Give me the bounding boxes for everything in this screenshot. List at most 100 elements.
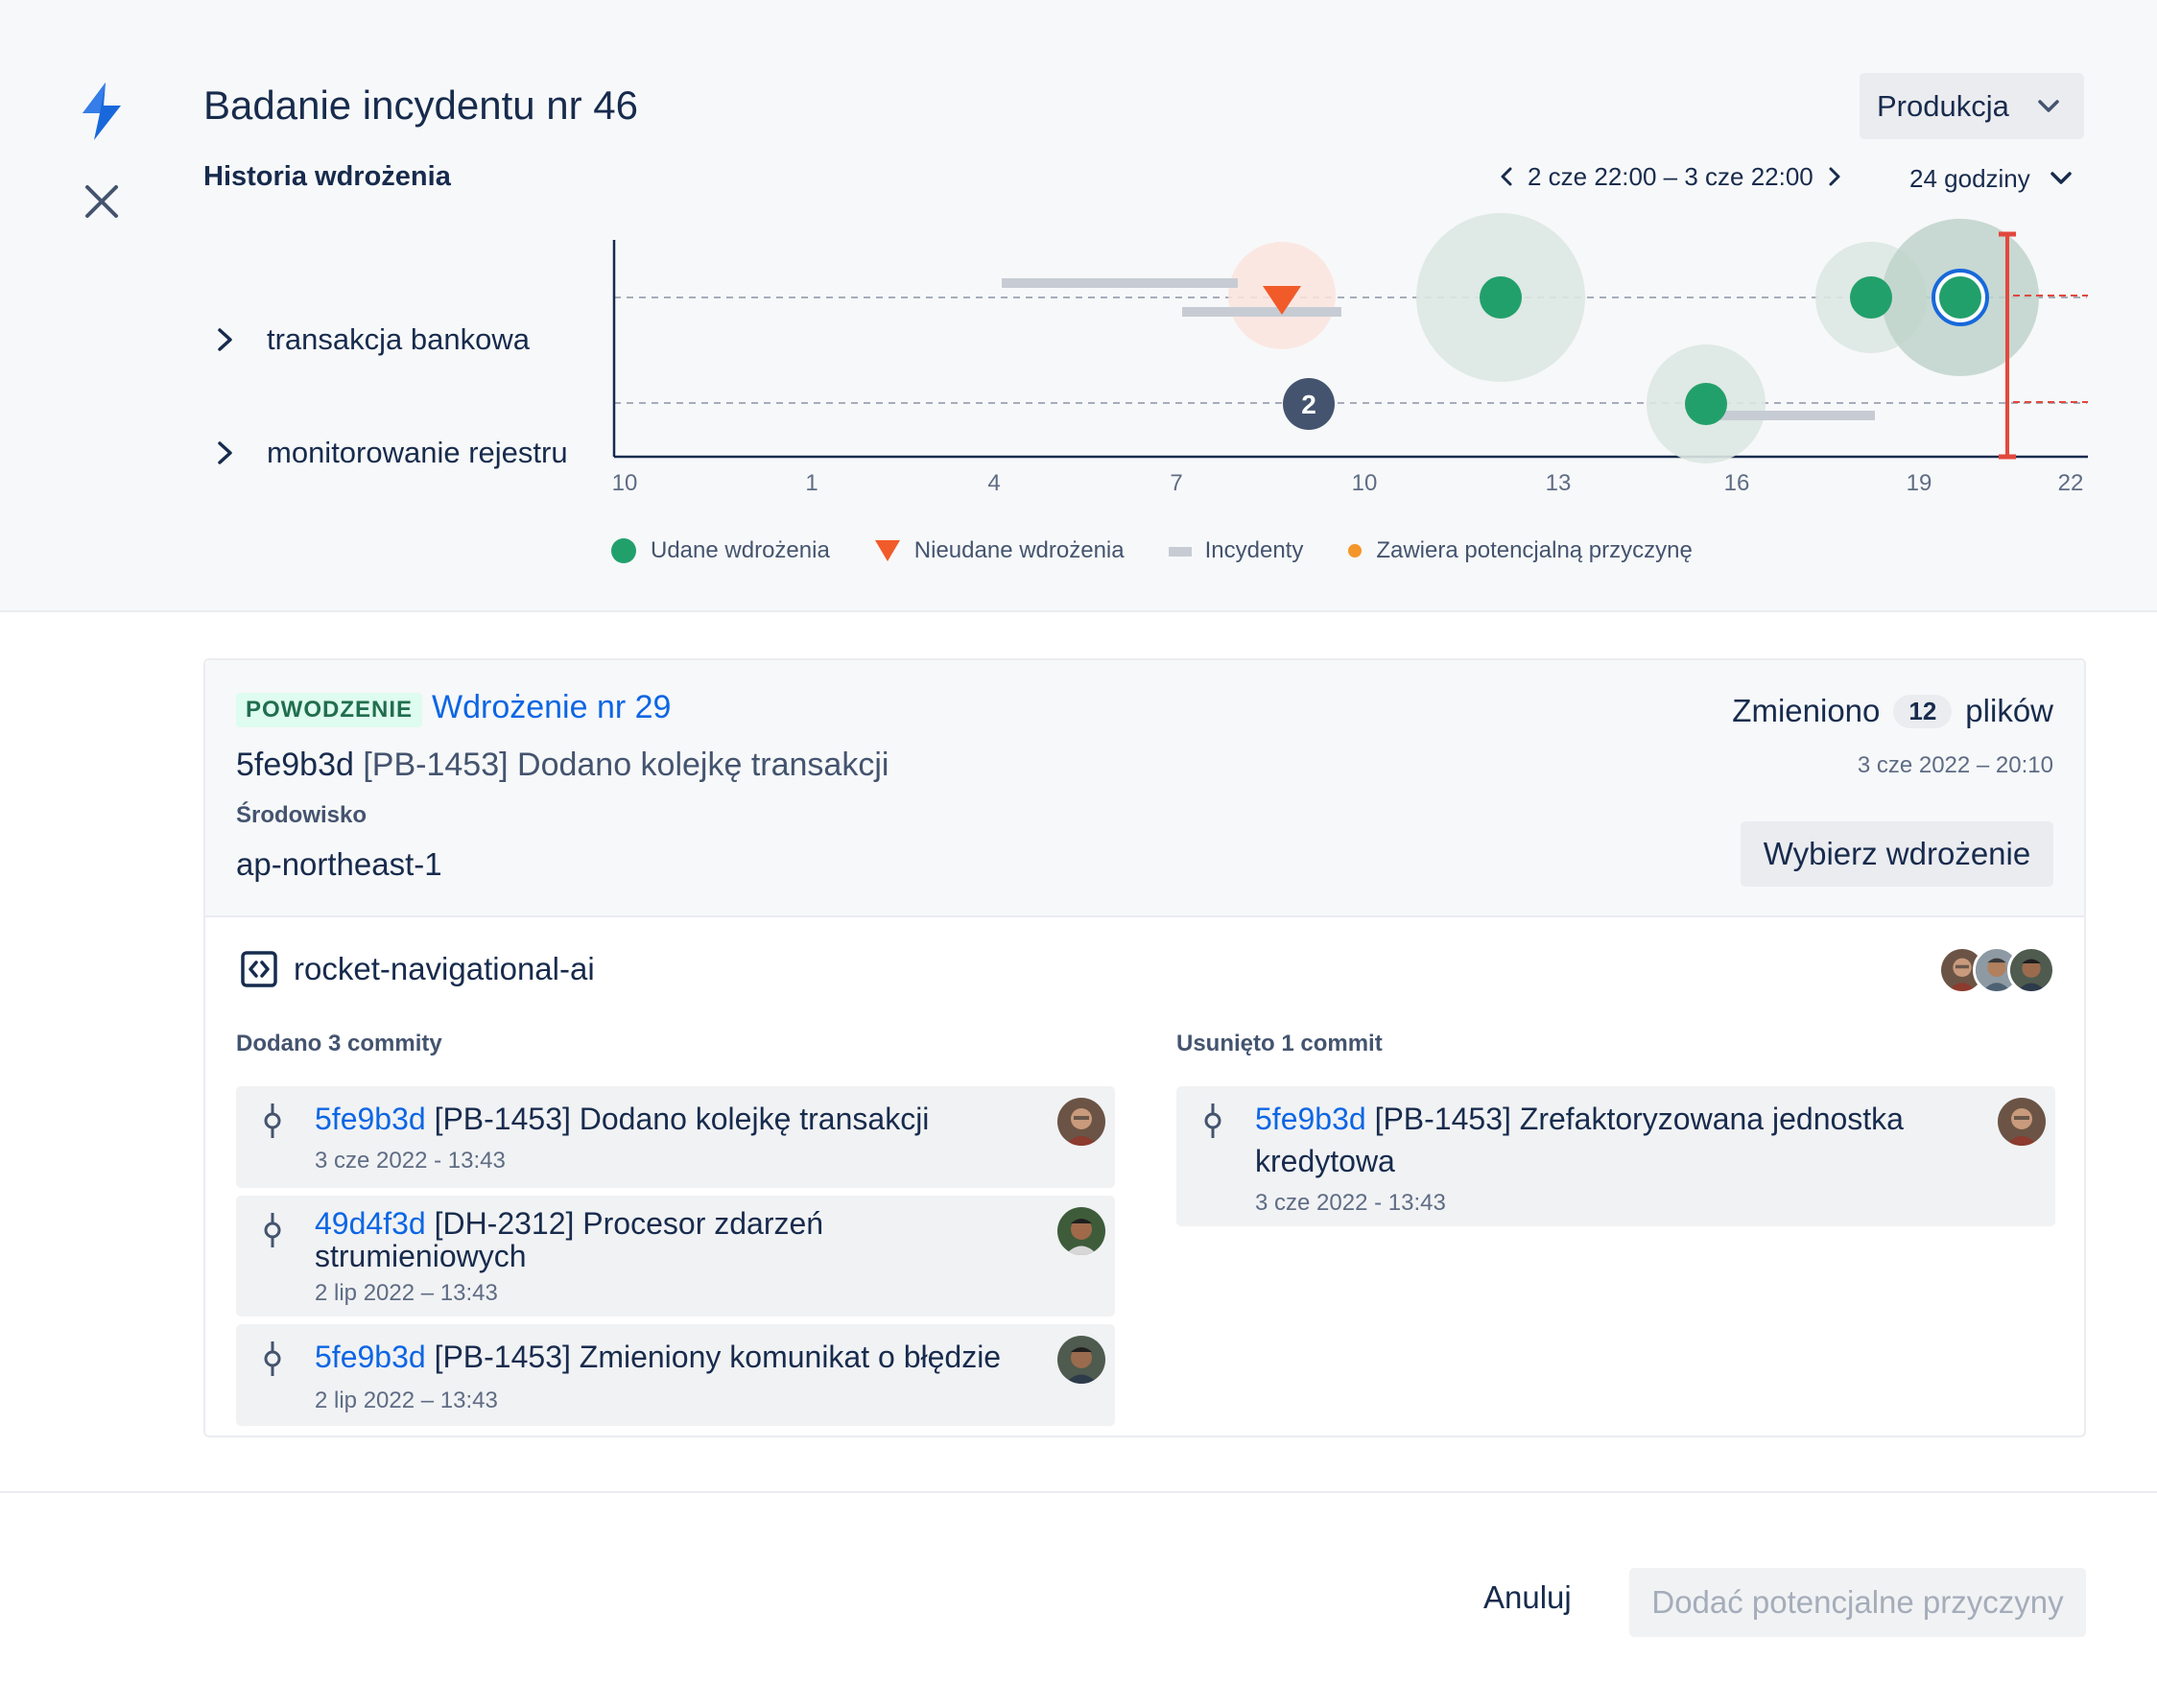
commit-icon xyxy=(1204,1103,1221,1138)
commit-hash-link[interactable]: 5fe9b3d xyxy=(315,1340,426,1374)
commit-hash-link[interactable]: 5fe9b3d xyxy=(1255,1102,1366,1136)
success-deploy-marker xyxy=(1480,276,1522,319)
avatar xyxy=(1057,1336,1105,1384)
x-tick-label: 10 xyxy=(611,470,638,496)
repository-name: rocket-navigational-ai xyxy=(294,951,595,986)
commit-date: 3 cze 2022 - 13:43 xyxy=(315,1148,506,1174)
x-tick-label: 22 xyxy=(2057,470,2084,496)
section-title: Historia wdrożenia xyxy=(203,161,451,192)
deployment-date: 3 cze 2022 – 20:10 xyxy=(1857,752,2053,778)
add-potential-causes-button[interactable]: Dodać potencjalne przyczyny xyxy=(1629,1568,2086,1637)
changed-files-count: 12 xyxy=(1893,694,1953,728)
failed-triangle-icon xyxy=(874,540,900,561)
changed-files: Zmieniono 12 plików xyxy=(1732,693,2053,729)
avatar xyxy=(1998,1098,2046,1146)
commit-item[interactable]: 5fe9b3d [PB-1453] Dodano kolejkę transak… xyxy=(236,1086,1115,1188)
commit-message: [PB-1453] Dodano kolejkę transakcji xyxy=(434,1102,930,1136)
cancel-button[interactable]: Anuluj xyxy=(1483,1579,1572,1616)
potential-cause-dot-icon xyxy=(1348,544,1363,557)
commit-message: [PB-1453] Zmieniony komunikat o błędzie xyxy=(434,1340,1002,1374)
success-deploy-marker xyxy=(1850,276,1892,319)
selected-deploy-marker xyxy=(1939,276,1981,319)
removed-commits-title: Usunięto 1 commit xyxy=(1176,1031,1383,1056)
commit-date: 2 lip 2022 – 13:43 xyxy=(315,1388,498,1413)
deployment-commit: 5fe9b3d [PB-1453] Dodano kolejkę transak… xyxy=(236,747,889,784)
avatar xyxy=(1057,1207,1105,1255)
status-badge: POWODZENIE xyxy=(236,693,423,727)
footer-divider xyxy=(0,1491,2157,1493)
x-tick-label: 10 xyxy=(1351,470,1378,496)
avatar xyxy=(2007,946,2055,994)
deployment-summary: POWODZENIE Wdrożenie nr 29 5fe9b3d [PB-1… xyxy=(205,660,2084,917)
legend-item-potential-cause: Zawiera potencjalną przyczynę xyxy=(1347,537,1693,564)
row-monitorowanie-rejestru[interactable]: monitorowanie rejestru xyxy=(215,434,568,472)
legend-label: Udane wdrożenia xyxy=(651,537,830,563)
success-dot-icon xyxy=(611,538,636,563)
commit-icon xyxy=(264,1341,281,1376)
chevron-down-icon xyxy=(2038,100,2059,112)
deployment-link[interactable]: Wdrożenie nr 29 xyxy=(432,689,671,726)
lightning-logo-icon xyxy=(83,83,121,140)
changed-files-prefix: Zmieniono xyxy=(1732,693,1881,728)
chevron-left-icon[interactable] xyxy=(1497,165,1516,188)
legend-label: Zawiera potencjalną przyczynę xyxy=(1376,537,1693,563)
time-range-label: 2 cze 22:00 – 3 cze 22:00 xyxy=(1528,161,1813,191)
deploy-group-count: 2 xyxy=(1301,390,1316,419)
success-deploy-marker xyxy=(1685,383,1727,425)
legend-item-incidents: Incydenty xyxy=(1168,537,1304,564)
row-label: monitorowanie rejestru xyxy=(267,436,568,469)
x-tick-label: 13 xyxy=(1545,470,1572,496)
changed-files-suffix: plików xyxy=(1965,693,2053,728)
commit-date: 3 cze 2022 - 13:43 xyxy=(1255,1190,1446,1216)
commit-icon xyxy=(264,1213,281,1247)
time-span-select[interactable]: 24 godziny xyxy=(1909,159,2074,198)
x-tick-label: 4 xyxy=(987,470,1001,496)
commit-date: 2 lip 2022 – 13:43 xyxy=(315,1280,498,1306)
commit-hash: 5fe9b3d xyxy=(236,747,354,783)
x-tick-label: 19 xyxy=(1906,470,1932,496)
legend-label: Incydenty xyxy=(1204,537,1304,563)
chevron-right-icon xyxy=(218,328,232,351)
incident-bar xyxy=(1002,278,1238,288)
timeline-panel: Badanie incydentu nr 46 Historia wdrożen… xyxy=(0,0,2157,612)
time-span-value: 24 godziny xyxy=(1909,163,2030,193)
commit-item[interactable]: 5fe9b3d [PB-1453] Zmieniony komunikat o … xyxy=(236,1324,1115,1426)
commit-text: 5fe9b3d [PB-1453] Dodano kolejkę transak… xyxy=(315,1100,1025,1138)
code-repository-icon xyxy=(241,951,277,987)
commit-hash-link[interactable]: 49d4f3d xyxy=(315,1206,426,1241)
chart-legend: Udane wdrożenia Nieudane wdrożenia Incyd… xyxy=(610,537,1737,564)
legend-item-failed: Nieudane wdrożenia xyxy=(874,537,1125,564)
commit-text: 49d4f3d [DH-2312] Procesor zdarzeń strum… xyxy=(315,1207,890,1272)
environment-select[interactable]: Produkcja xyxy=(1860,73,2084,139)
commit-item[interactable]: 5fe9b3d [PB-1453] Zrefaktoryzowana jedno… xyxy=(1176,1086,2055,1226)
incident-bar-icon xyxy=(1168,547,1192,557)
incident-bar xyxy=(1182,307,1341,317)
commit-text: 5fe9b3d [PB-1453] Zrefaktoryzowana jedno… xyxy=(1255,1098,1956,1182)
chevron-right-icon xyxy=(218,441,232,464)
environment-select-value: Produkcja xyxy=(1877,88,2009,123)
commit-item[interactable]: 49d4f3d [DH-2312] Procesor zdarzeń strum… xyxy=(236,1196,1115,1317)
chevron-right-icon[interactable] xyxy=(1825,165,1844,188)
commit-message: [PB-1453] Dodano kolejkę transakcji xyxy=(363,747,889,783)
page-title: Badanie incydentu nr 46 xyxy=(203,83,638,128)
legend-item-success: Udane wdrożenia xyxy=(610,537,830,564)
choose-deployment-button[interactable]: Wybierz wdrożenie xyxy=(1741,821,2053,887)
legend-label: Nieudane wdrożenia xyxy=(913,537,1125,563)
x-tick-label: 7 xyxy=(1170,470,1183,496)
chevron-down-icon xyxy=(2050,172,2072,184)
x-tick-label: 16 xyxy=(1723,470,1750,496)
deployment-card: POWODZENIE Wdrożenie nr 29 5fe9b3d [PB-1… xyxy=(203,658,2086,1437)
avatar xyxy=(1057,1098,1105,1146)
commit-text: 5fe9b3d [PB-1453] Zmieniony komunikat o … xyxy=(315,1338,1025,1376)
x-tick-label: 1 xyxy=(805,470,818,496)
added-commits-title: Dodano 3 commity xyxy=(236,1031,442,1056)
time-range-nav: 2 cze 22:00 – 3 cze 22:00 xyxy=(1497,159,1844,194)
row-label: transakcja bankowa xyxy=(267,322,530,356)
commit-hash-link[interactable]: 5fe9b3d xyxy=(315,1102,426,1136)
contributors-avatars xyxy=(1938,946,2055,994)
environment-value: ap-northeast-1 xyxy=(236,846,442,882)
repository: rocket-navigational-ai xyxy=(240,950,595,988)
commit-icon xyxy=(264,1103,281,1138)
row-transakcja-bankowa[interactable]: transakcja bankowa xyxy=(215,320,530,359)
close-icon[interactable] xyxy=(84,184,119,219)
